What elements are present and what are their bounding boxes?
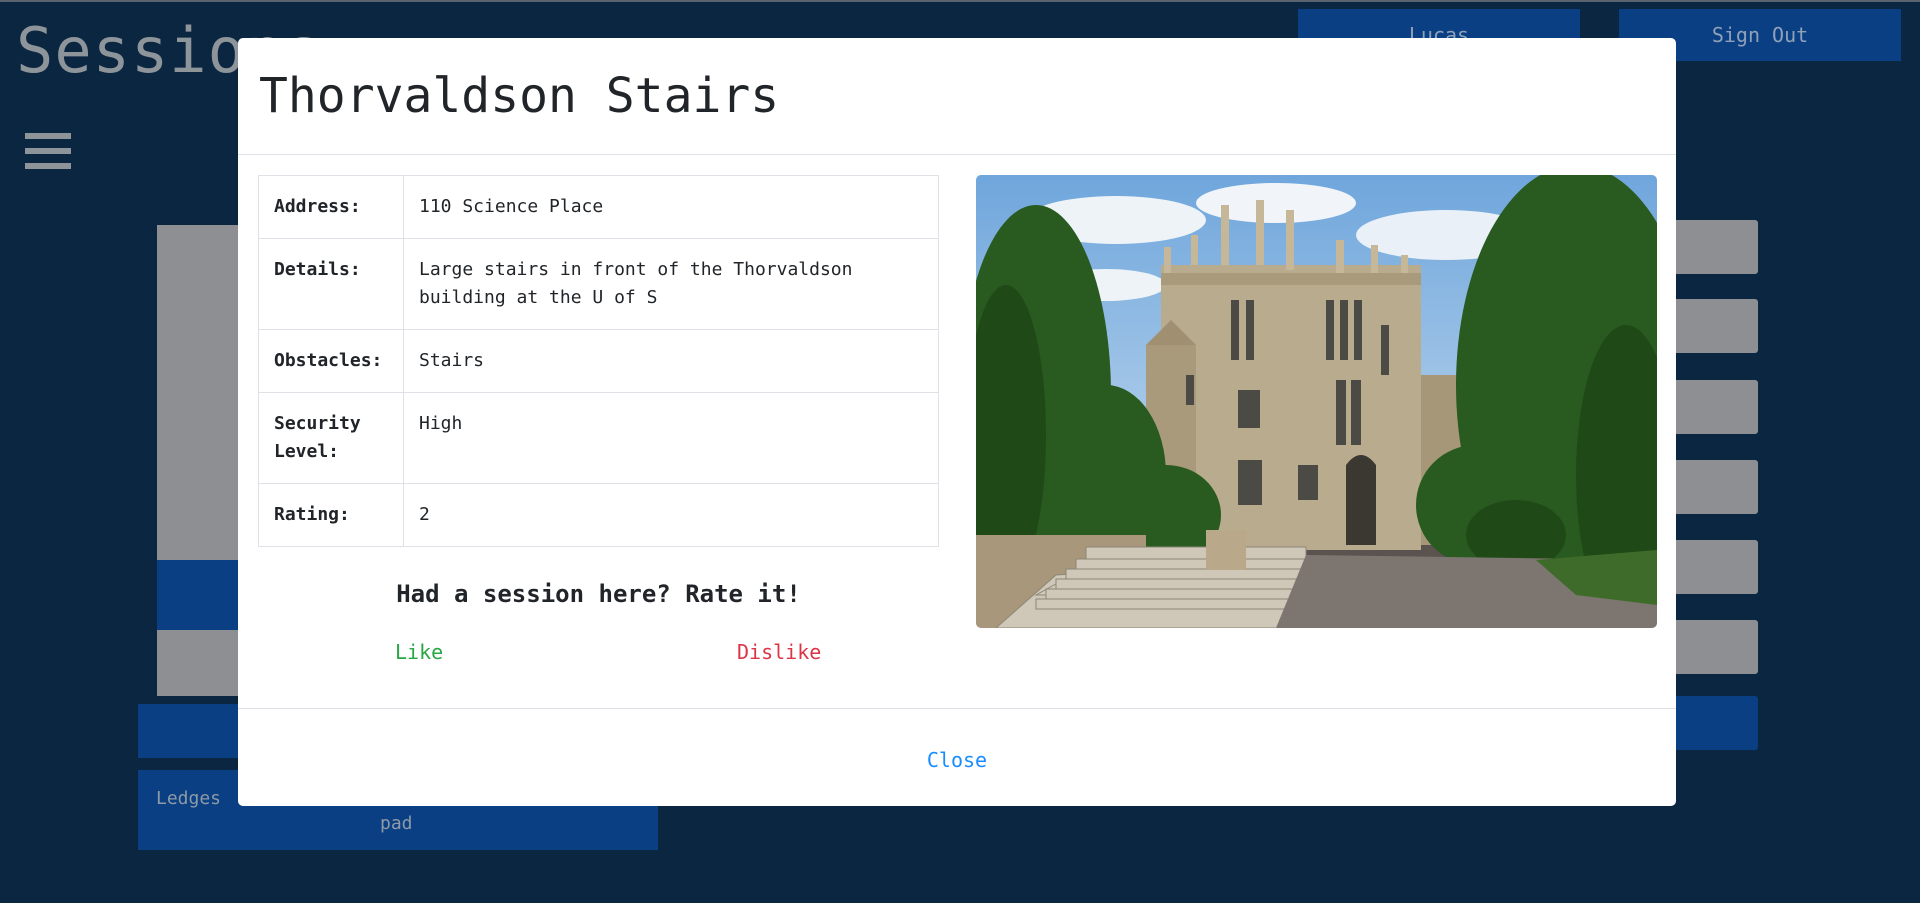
spot-details-modal: Thorvaldson Stairs Address: 110 Science … [238,38,1676,806]
spot-photo [976,175,1657,628]
details-value: Large stairs in front of the Thorvaldson… [403,238,939,330]
modal-footer: Close [238,708,1676,806]
table-row: Details: Large stairs in front of the Th… [258,238,939,330]
modal-title: Thorvaldson Stairs [259,68,780,124]
obstacles-value: Stairs [403,329,939,393]
close-button[interactable]: Close [238,747,1676,773]
rating-value: 2 [403,483,939,547]
like-button[interactable]: Like [395,640,443,664]
obstacles-key: Obstacles: [258,329,404,393]
rating-key: Rating: [258,483,404,547]
address-value: 110 Science Place [403,175,939,239]
table-row: Security Level: High [258,392,939,484]
security-level-key: Security Level: [258,392,404,484]
table-row: Address: 110 Science Place [258,175,939,239]
details-key: Details: [258,238,404,330]
modal-header: Thorvaldson Stairs [238,38,1676,155]
security-level-value: High [403,392,939,484]
rate-prompt: Had a session here? Rate it! [396,580,801,608]
address-key: Address: [258,175,404,239]
spot-info-table: Address: 110 Science Place Details: Larg… [258,175,939,547]
dislike-button[interactable]: Dislike [737,640,821,664]
table-row: Obstacles: Stairs [258,329,939,393]
table-row: Rating: 2 [258,483,939,547]
